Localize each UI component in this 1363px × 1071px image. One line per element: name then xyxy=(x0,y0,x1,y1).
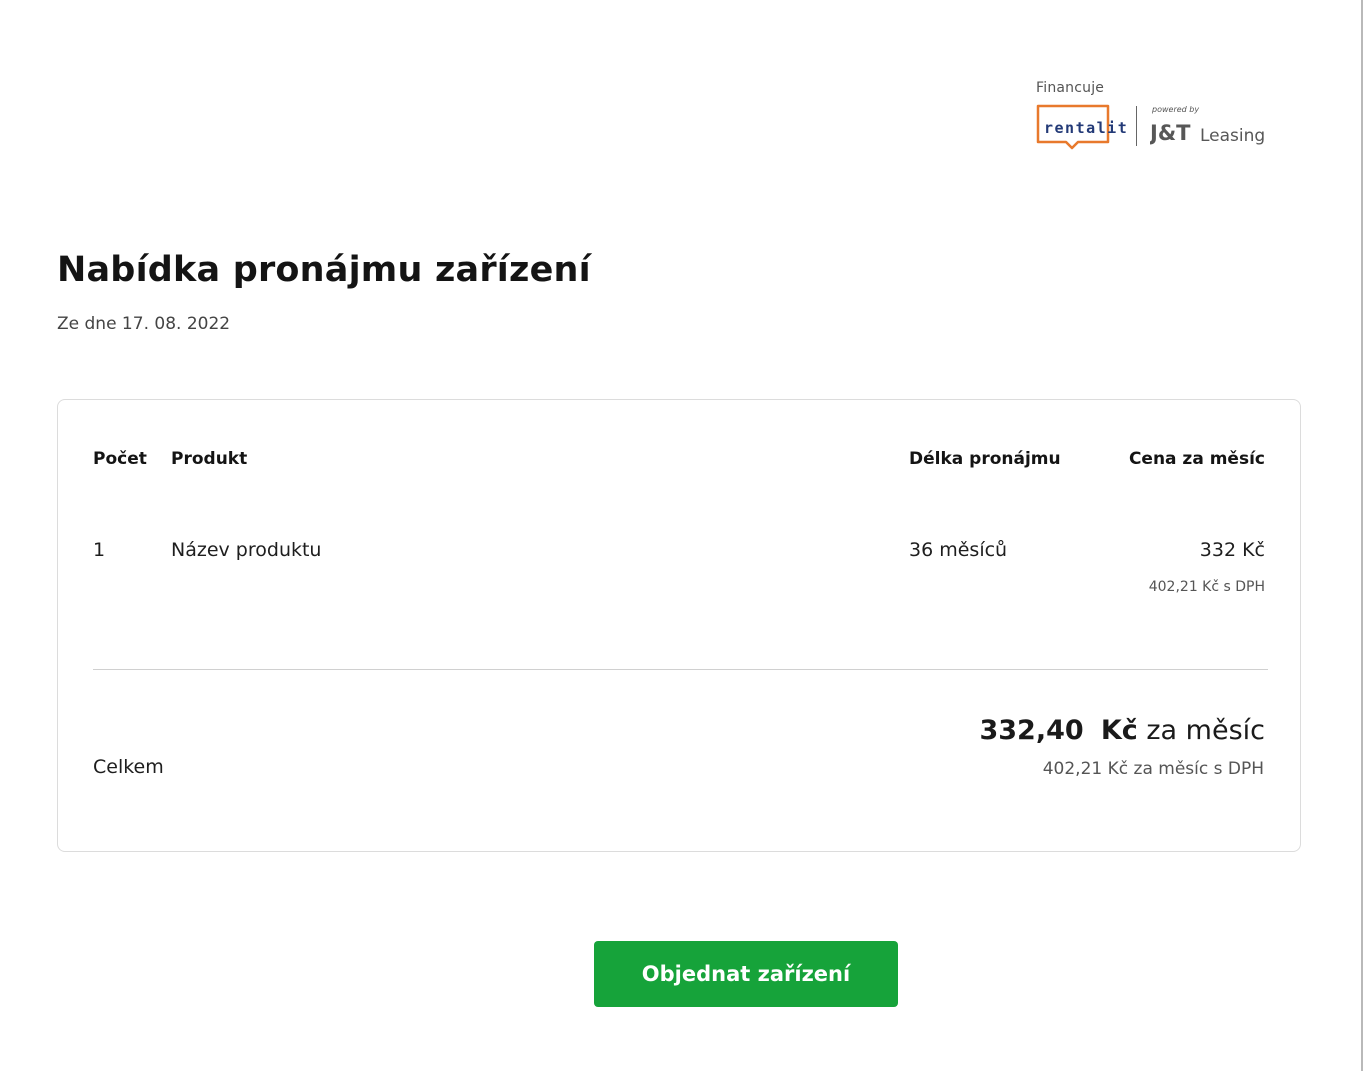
rentalit-logo: rentalit xyxy=(1036,104,1128,150)
column-header-product: Produkt xyxy=(171,449,248,469)
financing-block: Financuje rentalit powered by J&T Leasin… xyxy=(1036,80,1276,154)
row-price-vat: 402,21 Kč s DPH xyxy=(1148,579,1265,595)
jt-leasing-logo: powered by J&T Leasing xyxy=(1150,105,1265,146)
rentalit-logo-text: rentalit xyxy=(1044,119,1128,137)
row-product: Název produktu xyxy=(171,539,322,561)
row-duration: 36 měsíců xyxy=(909,539,1008,561)
offer-date: Ze dne 17. 08. 2022 xyxy=(57,314,231,334)
column-header-price: Cena za měsíc xyxy=(1128,449,1265,469)
total-label: Celkem xyxy=(93,756,164,778)
column-header-duration: Délka pronájmu xyxy=(909,449,1061,469)
row-price: 332 Kč xyxy=(1199,539,1265,561)
total-period: za měsíc xyxy=(1146,715,1265,746)
page-title: Nabídka pronájmu zařízení xyxy=(57,250,591,290)
card-divider xyxy=(93,669,1268,670)
total-price-vat: 402,21 Kč za měsíc s DPH xyxy=(1042,759,1264,779)
powered-by-text: powered by xyxy=(1151,105,1199,114)
logo-divider xyxy=(1136,106,1137,146)
total-amount: 332,40 xyxy=(979,715,1084,746)
row-count: 1 xyxy=(93,539,106,561)
leasing-logo-text: Leasing xyxy=(1200,126,1265,146)
column-header-count: Počet xyxy=(93,449,147,469)
jt-logo-text: J&T xyxy=(1150,121,1191,145)
order-device-button[interactable]: Objednat zařízení xyxy=(594,941,898,1007)
total-price: 332,40 Kč za měsíc xyxy=(979,715,1265,746)
total-currency: Kč xyxy=(1100,715,1138,746)
partner-logos: rentalit powered by J&T Leasing xyxy=(1036,104,1276,154)
offer-summary-card: Počet Produkt Délka pronájmu Cena za měs… xyxy=(57,399,1301,852)
financing-label: Financuje xyxy=(1036,80,1105,96)
